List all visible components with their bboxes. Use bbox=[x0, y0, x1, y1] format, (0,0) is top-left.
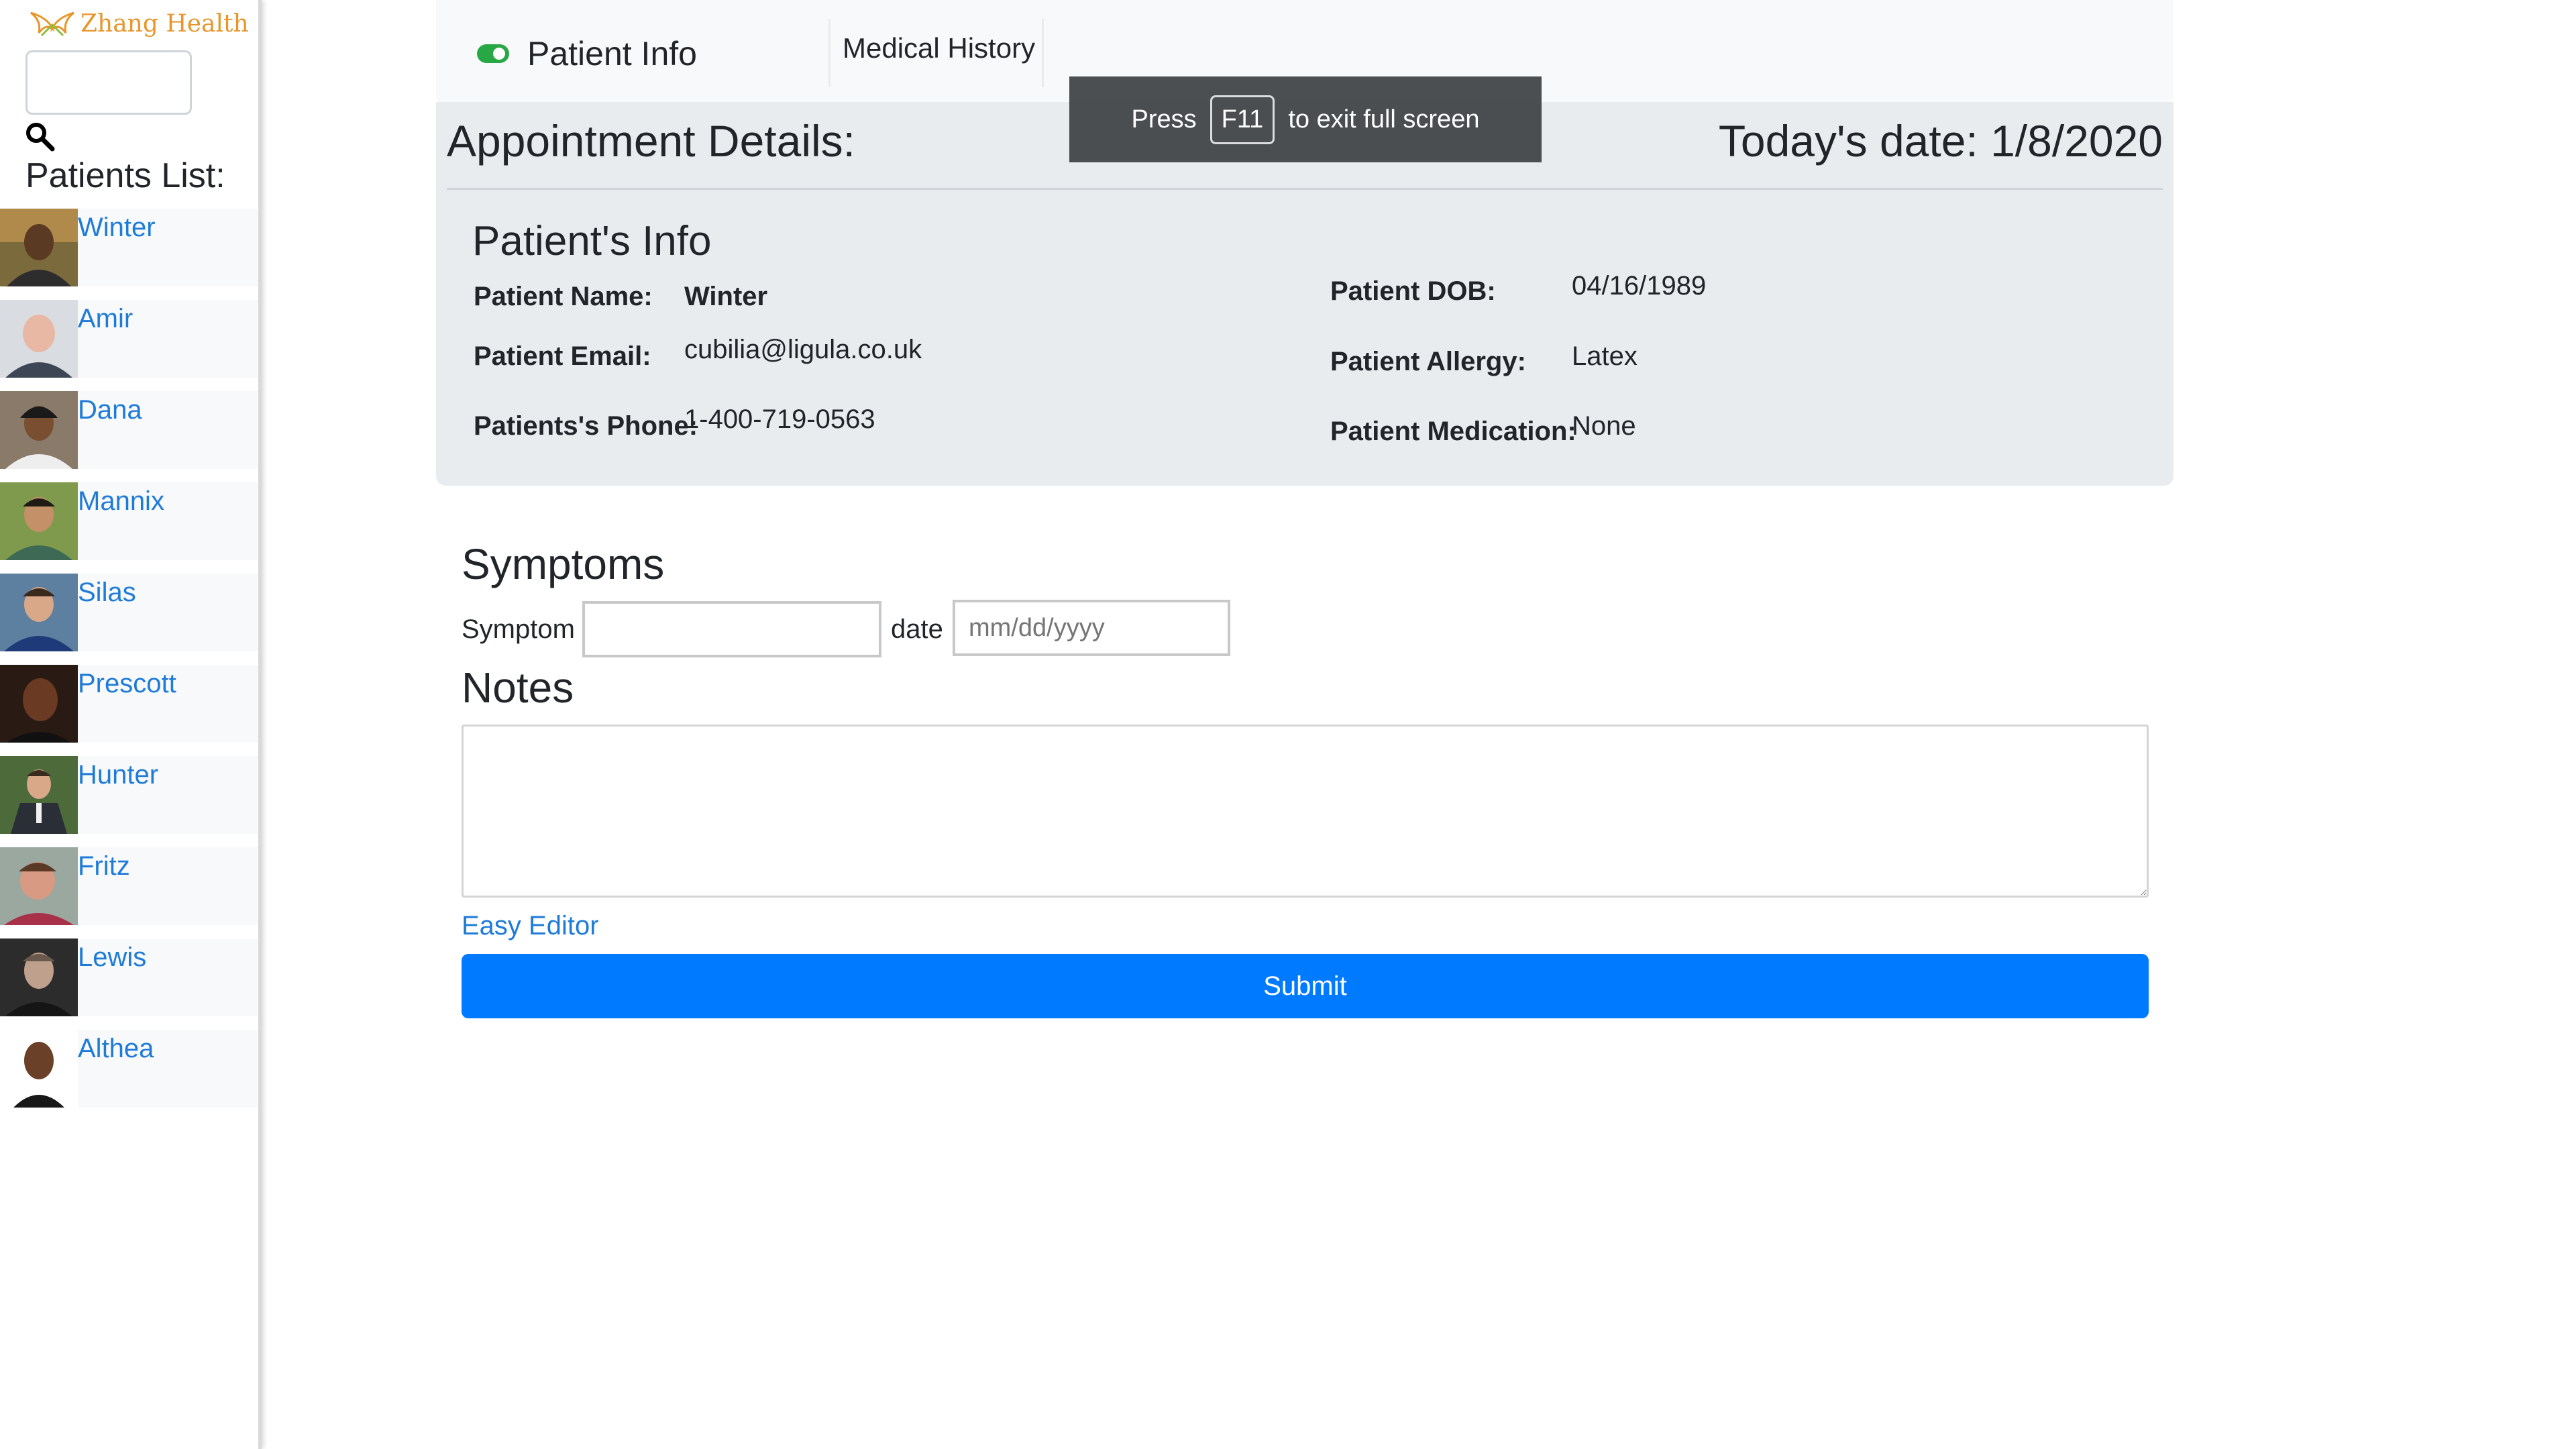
logo-icon bbox=[30, 11, 74, 37]
symptoms-heading: Symptoms bbox=[462, 540, 665, 588]
patient-item-winter[interactable]: Winter bbox=[0, 209, 258, 286]
patient-email-value: cubilia@ligula.co.uk bbox=[684, 335, 922, 364]
search-icon[interactable] bbox=[24, 121, 55, 152]
patient-name[interactable]: Silas bbox=[78, 574, 136, 608]
notes-textarea[interactable] bbox=[462, 724, 2149, 898]
patient-dob-label: Patient DOB: bbox=[1330, 276, 1496, 306]
patient-name-value: Winter bbox=[684, 282, 768, 311]
patient-name[interactable]: Lewis bbox=[78, 938, 146, 973]
avatar bbox=[0, 482, 78, 560]
patient-item-fritz[interactable]: Fritz bbox=[0, 847, 258, 925]
avatar bbox=[0, 756, 78, 834]
avatar bbox=[0, 665, 78, 743]
tab-divider bbox=[1042, 19, 1044, 87]
easy-editor-link[interactable]: Easy Editor bbox=[462, 911, 599, 941]
avatar bbox=[0, 1030, 78, 1108]
tab-medical-history[interactable]: Medical History bbox=[843, 32, 1035, 64]
patient-list: Winter Amir Dana Mannix Silas Prescott H… bbox=[0, 209, 258, 1121]
tab-patient-info[interactable]: Patient Info bbox=[476, 28, 697, 79]
patients-list-heading: Patients List: bbox=[25, 156, 225, 195]
patient-name[interactable]: Althea bbox=[78, 1030, 154, 1064]
patient-info-heading: Patient's Info bbox=[472, 218, 712, 264]
todays-date: Today's date: 1/8/2020 bbox=[1718, 116, 2163, 166]
avatar bbox=[0, 574, 78, 651]
symptom-input[interactable] bbox=[582, 601, 881, 657]
patient-name-label: Patient Name: bbox=[474, 282, 653, 311]
date-label: date bbox=[891, 614, 943, 644]
submit-button[interactable]: Submit bbox=[462, 954, 2149, 1018]
patient-allergy-label: Patient Allergy: bbox=[1330, 347, 1526, 376]
patient-medication-label: Patient Medication: bbox=[1330, 417, 1576, 446]
symptom-label: Symptom bbox=[462, 614, 575, 644]
patient-name[interactable]: Dana bbox=[78, 391, 142, 425]
notes-heading: Notes bbox=[462, 663, 574, 712]
patient-name[interactable]: Prescott bbox=[78, 665, 176, 699]
patient-item-silas[interactable]: Silas bbox=[0, 574, 258, 651]
patient-item-althea[interactable]: Althea bbox=[0, 1030, 258, 1108]
patient-search-input[interactable] bbox=[25, 50, 192, 115]
patient-item-lewis[interactable]: Lewis bbox=[0, 938, 258, 1016]
patient-item-hunter[interactable]: Hunter bbox=[0, 756, 258, 834]
sidebar: Zhang Health Patients List: Winter Amir bbox=[0, 0, 262, 1449]
fullscreen-notice: Press F11 to exit full screen bbox=[1069, 76, 1542, 162]
patient-item-prescott[interactable]: Prescott bbox=[0, 665, 258, 743]
patient-item-mannix[interactable]: Mannix bbox=[0, 482, 258, 560]
fullscreen-press-text: Press bbox=[1131, 105, 1197, 133]
f11-key: F11 bbox=[1210, 95, 1275, 144]
patient-email-label: Patient Email: bbox=[474, 341, 651, 371]
tab-patient-info-label[interactable]: Patient Info bbox=[527, 34, 697, 73]
toggle-on-icon[interactable] bbox=[476, 44, 510, 64]
avatar bbox=[0, 938, 78, 1016]
patient-name[interactable]: Fritz bbox=[78, 847, 130, 881]
avatar bbox=[0, 209, 78, 286]
patient-allergy-value: Latex bbox=[1572, 341, 1638, 371]
tab-divider bbox=[828, 19, 830, 87]
patient-item-dana[interactable]: Dana bbox=[0, 391, 258, 469]
patient-name[interactable]: Winter bbox=[78, 209, 156, 243]
appointment-title: Appointment Details: bbox=[447, 116, 855, 166]
date-input[interactable] bbox=[953, 600, 1230, 656]
patient-phone-label: Patients's Phone: bbox=[474, 411, 698, 441]
patient-name[interactable]: Hunter bbox=[78, 756, 158, 790]
patient-name[interactable]: Amir bbox=[78, 300, 133, 334]
patient-medication-value: None bbox=[1572, 411, 1636, 441]
fullscreen-message: to exit full screen bbox=[1288, 105, 1480, 133]
patient-name[interactable]: Mannix bbox=[78, 482, 164, 517]
divider bbox=[447, 188, 2163, 190]
avatar bbox=[0, 847, 78, 925]
avatar bbox=[0, 391, 78, 469]
patient-phone-value: 1-400-719-0563 bbox=[684, 405, 875, 434]
patient-dob-value: 04/16/1989 bbox=[1572, 271, 1707, 301]
patient-item-amir[interactable]: Amir bbox=[0, 300, 258, 378]
avatar bbox=[0, 300, 78, 378]
brand-name: Zhang Health bbox=[80, 9, 249, 38]
brand-logo[interactable]: Zhang Health bbox=[28, 7, 249, 40]
